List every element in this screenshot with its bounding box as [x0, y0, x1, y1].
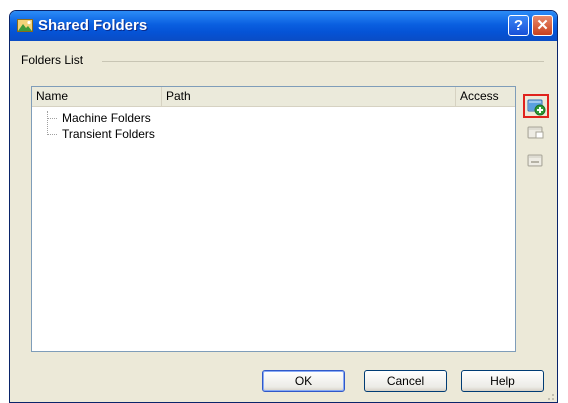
list-item-transient-folders[interactable]: Transient Folders [62, 127, 155, 141]
remove-shared-folder-icon [527, 154, 543, 167]
edit-folder-button[interactable] [523, 120, 549, 144]
edit-shared-folder-icon [527, 126, 544, 139]
window-title: Shared Folders [38, 17, 148, 34]
shared-folders-dialog: Shared Folders ? ✕ Folders List Name Pat… [9, 10, 558, 403]
folders-list[interactable]: Name Path Access Machine Folders Transie… [31, 86, 516, 352]
column-header-path[interactable]: Path [162, 87, 456, 106]
column-header-name[interactable]: Name [32, 87, 162, 106]
cancel-button[interactable]: Cancel [364, 370, 447, 392]
resize-grip-icon[interactable] [543, 389, 555, 401]
title-help-button[interactable]: ? [508, 15, 529, 36]
title-bar[interactable]: Shared Folders ? ✕ [10, 11, 557, 41]
remove-folder-button[interactable] [523, 150, 549, 174]
add-shared-folder-icon [527, 99, 546, 116]
help-button[interactable]: Help [461, 370, 544, 392]
folders-list-label: Folders List [21, 53, 84, 67]
list-item-machine-folders[interactable]: Machine Folders [62, 111, 151, 125]
tree-connector [47, 118, 57, 119]
add-folder-button[interactable] [523, 94, 549, 118]
shared-folders-icon [17, 19, 33, 32]
list-header: Name Path Access [32, 87, 515, 107]
title-close-button[interactable]: ✕ [532, 15, 553, 36]
column-header-access[interactable]: Access [456, 87, 516, 106]
tree-connector [47, 134, 57, 135]
ok-button[interactable]: OK [262, 370, 345, 392]
tree-connector [47, 111, 48, 135]
group-divider [102, 61, 544, 62]
